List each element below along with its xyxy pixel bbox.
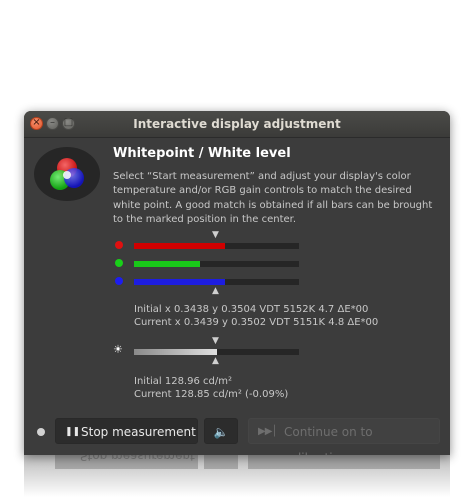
blue-bar (134, 279, 299, 285)
luminance-current: Current 128.85 cd/m² (-0.09%) (134, 389, 289, 400)
brightness-marker-top: ▼ (212, 336, 219, 346)
stop-measurement-label: Stop measurement (81, 425, 196, 439)
skip-forward-icon: ▶▶│ (258, 426, 277, 437)
brightness-icon: ☀ (113, 343, 123, 356)
dialog-window: × – □ Interactive display adjustment Whi… (24, 111, 450, 455)
red-bar-fill (134, 243, 225, 249)
whitepoint-current: Current x 0.3439 y 0.3502 VDT 5151K 4.8 … (134, 317, 379, 328)
green-channel-dot (115, 259, 123, 267)
green-bar (134, 261, 299, 267)
blue-channel-dot (115, 277, 123, 285)
red-channel-dot (115, 241, 123, 249)
speaker-icon: 🔈 (213, 425, 229, 439)
target-marker-top: ▼ (212, 230, 219, 240)
continue-calibration-label: Continue on to calibration (284, 425, 373, 455)
stop-measurement-button[interactable]: ❚❚ Stop measurement (55, 418, 198, 444)
green-bar-fill (134, 261, 200, 267)
blue-bar-fill (134, 279, 225, 285)
reflection-continue-button (248, 455, 440, 469)
pause-icon: ❚❚ (65, 427, 81, 437)
target-marker-bottom: ▲ (212, 286, 219, 296)
brightness-marker-bottom: ▲ (212, 356, 219, 366)
title-bar: × – □ Interactive display adjustment (24, 111, 450, 138)
reflection-stop-label: Stop measurement (80, 455, 195, 463)
reflection-sound-button (204, 455, 238, 469)
section-heading: Whitepoint / White level (113, 146, 291, 161)
sound-toggle-button[interactable]: 🔈 (204, 418, 238, 444)
window-reflection: Stop measurement (24, 455, 450, 497)
status-indicator (37, 428, 45, 436)
whitepoint-initial: Initial x 0.3438 y 0.3504 VDT 5152K 4.7 … (134, 304, 369, 315)
luminance-initial: Initial 128.96 cd/m² (134, 376, 232, 387)
instructions-text: Select “Start measurement” and adjust yo… (113, 171, 433, 225)
brightness-bar (134, 349, 299, 355)
red-bar (134, 243, 299, 249)
rgb-circles-icon (34, 147, 100, 201)
window-title: Interactive display adjustment (133, 117, 341, 131)
continue-calibration-button[interactable]: ▶▶│ Continue on to calibration (248, 418, 440, 455)
brightness-bar-fill (134, 349, 217, 355)
